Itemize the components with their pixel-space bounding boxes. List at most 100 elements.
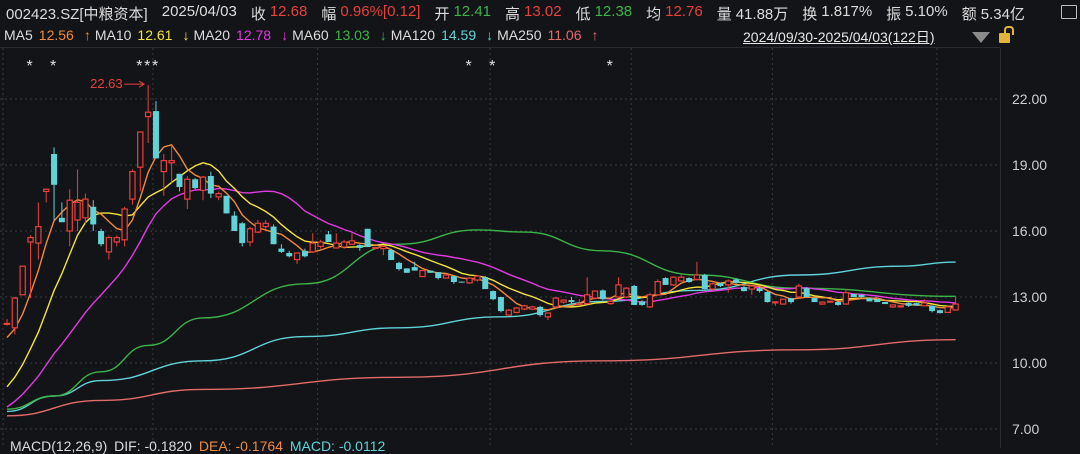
candle-body-down — [490, 291, 497, 300]
candle-body-up — [779, 298, 787, 305]
candle-body-down — [325, 234, 332, 242]
candle-body-up — [513, 307, 520, 314]
candle-body-down — [874, 299, 881, 303]
candle-body-up — [340, 241, 348, 248]
candle-body-down — [396, 262, 402, 270]
y-tick-label: 16.00 — [1012, 223, 1047, 239]
candle-body-down — [929, 305, 936, 312]
candle-body-down — [568, 300, 575, 303]
candle-body-down — [403, 268, 410, 273]
candle-body-up — [246, 228, 254, 243]
candle-body-up — [591, 290, 599, 299]
candle-body-down — [788, 298, 794, 303]
event-marker: * — [136, 58, 142, 75]
candle-body-up — [27, 237, 34, 243]
candle-body-down — [388, 249, 395, 261]
candlestick-chart[interactable]: 22.0019.0016.0013.0010.007.0022.63* * * * * *… — [0, 0, 1080, 448]
candle-body-up — [466, 277, 473, 284]
candle-body-down — [364, 228, 371, 248]
candle-body-down — [913, 303, 920, 306]
candle-body-up — [113, 237, 120, 243]
candle-body-up — [42, 188, 50, 192]
candle-body-up — [552, 297, 560, 308]
candle-body-up — [35, 226, 42, 244]
candle-body-up — [889, 304, 897, 308]
max-price-arrow — [124, 80, 146, 88]
candle-body-up — [11, 297, 19, 329]
candle-body-up — [74, 201, 81, 221]
candle-body-up — [348, 240, 356, 245]
candle-body-down — [858, 294, 865, 297]
y-tick-label: 22.00 — [1012, 91, 1047, 107]
candle-body-up — [819, 301, 826, 305]
event-marker: * — [152, 58, 158, 75]
candle-body-up — [199, 176, 207, 191]
candle-body-down — [639, 301, 646, 305]
candle-body-up — [474, 275, 481, 281]
candle-body-up — [160, 160, 167, 173]
candle-body-down — [270, 226, 277, 245]
candle-body-down — [811, 298, 818, 303]
candle-body-down — [176, 173, 183, 187]
event-marker: * — [27, 58, 33, 75]
candle-body-up — [583, 294, 591, 305]
candle-body-down — [905, 302, 912, 306]
candle-body-up — [419, 270, 426, 278]
candle-body-down — [803, 288, 810, 297]
candle-body-up — [333, 242, 340, 249]
candle-body-down — [599, 290, 606, 300]
candle-body-down — [717, 282, 724, 286]
candle-body-down — [411, 267, 418, 271]
candle-body-down — [286, 253, 293, 257]
candle-body-down — [740, 287, 747, 292]
macd-label: MACD(12,26,9) — [10, 438, 108, 454]
candle-body-down — [850, 293, 857, 297]
candle-body-up — [82, 198, 89, 219]
candle-body-up — [129, 171, 136, 200]
ma-line-ma250 — [6, 338, 956, 417]
candle-body-down — [152, 111, 159, 159]
candle-body-up — [952, 303, 959, 311]
candle-body-down — [497, 297, 504, 312]
candle-body-down — [631, 286, 638, 305]
candle-body-down — [835, 302, 842, 305]
candle-body-up — [317, 241, 324, 248]
y-tick-label: 10.00 — [1012, 355, 1047, 371]
candle-body-up — [842, 292, 850, 305]
candle-body-down — [756, 288, 763, 292]
y-tick-label: 13.00 — [1012, 289, 1047, 305]
y-tick-label: 7.00 — [1012, 421, 1039, 437]
candle-body-down — [482, 277, 489, 290]
macd-dea: DEA: -0.1764 — [198, 438, 283, 454]
macd-value: MACD: -0.0112 — [289, 438, 386, 454]
candle-body-up — [521, 305, 528, 310]
event-marker: * — [50, 58, 56, 75]
candle-body-up — [309, 242, 316, 253]
ma-line-ma60 — [6, 229, 956, 410]
candle-body-up — [944, 306, 952, 313]
candle-body-up — [372, 246, 379, 250]
event-marker: * — [144, 58, 150, 75]
candle-body-up — [795, 285, 803, 298]
candle-body-up — [709, 283, 716, 290]
candle-body-up — [262, 222, 269, 228]
event-marker: * — [466, 58, 472, 75]
candle-body-up — [576, 303, 583, 306]
candle-body-up — [748, 285, 756, 290]
candle-body-up — [254, 222, 262, 233]
ma-line-ma120 — [6, 261, 956, 413]
max-price-label: 22.63 — [90, 76, 123, 91]
candle-body-down — [686, 278, 693, 283]
candle-body-up — [772, 301, 779, 304]
candle-body-down — [435, 272, 442, 279]
candle-body-up — [654, 281, 661, 296]
candle-body-up — [19, 265, 26, 296]
candle-body-up — [293, 252, 301, 261]
candle-body-up — [442, 274, 450, 279]
event-marker: * — [607, 58, 613, 75]
candle-body-up — [623, 287, 630, 298]
candle-body-up — [544, 312, 552, 318]
candle-body-up — [144, 111, 152, 118]
candle-body-up — [168, 160, 175, 164]
candle-body-up — [560, 299, 567, 303]
